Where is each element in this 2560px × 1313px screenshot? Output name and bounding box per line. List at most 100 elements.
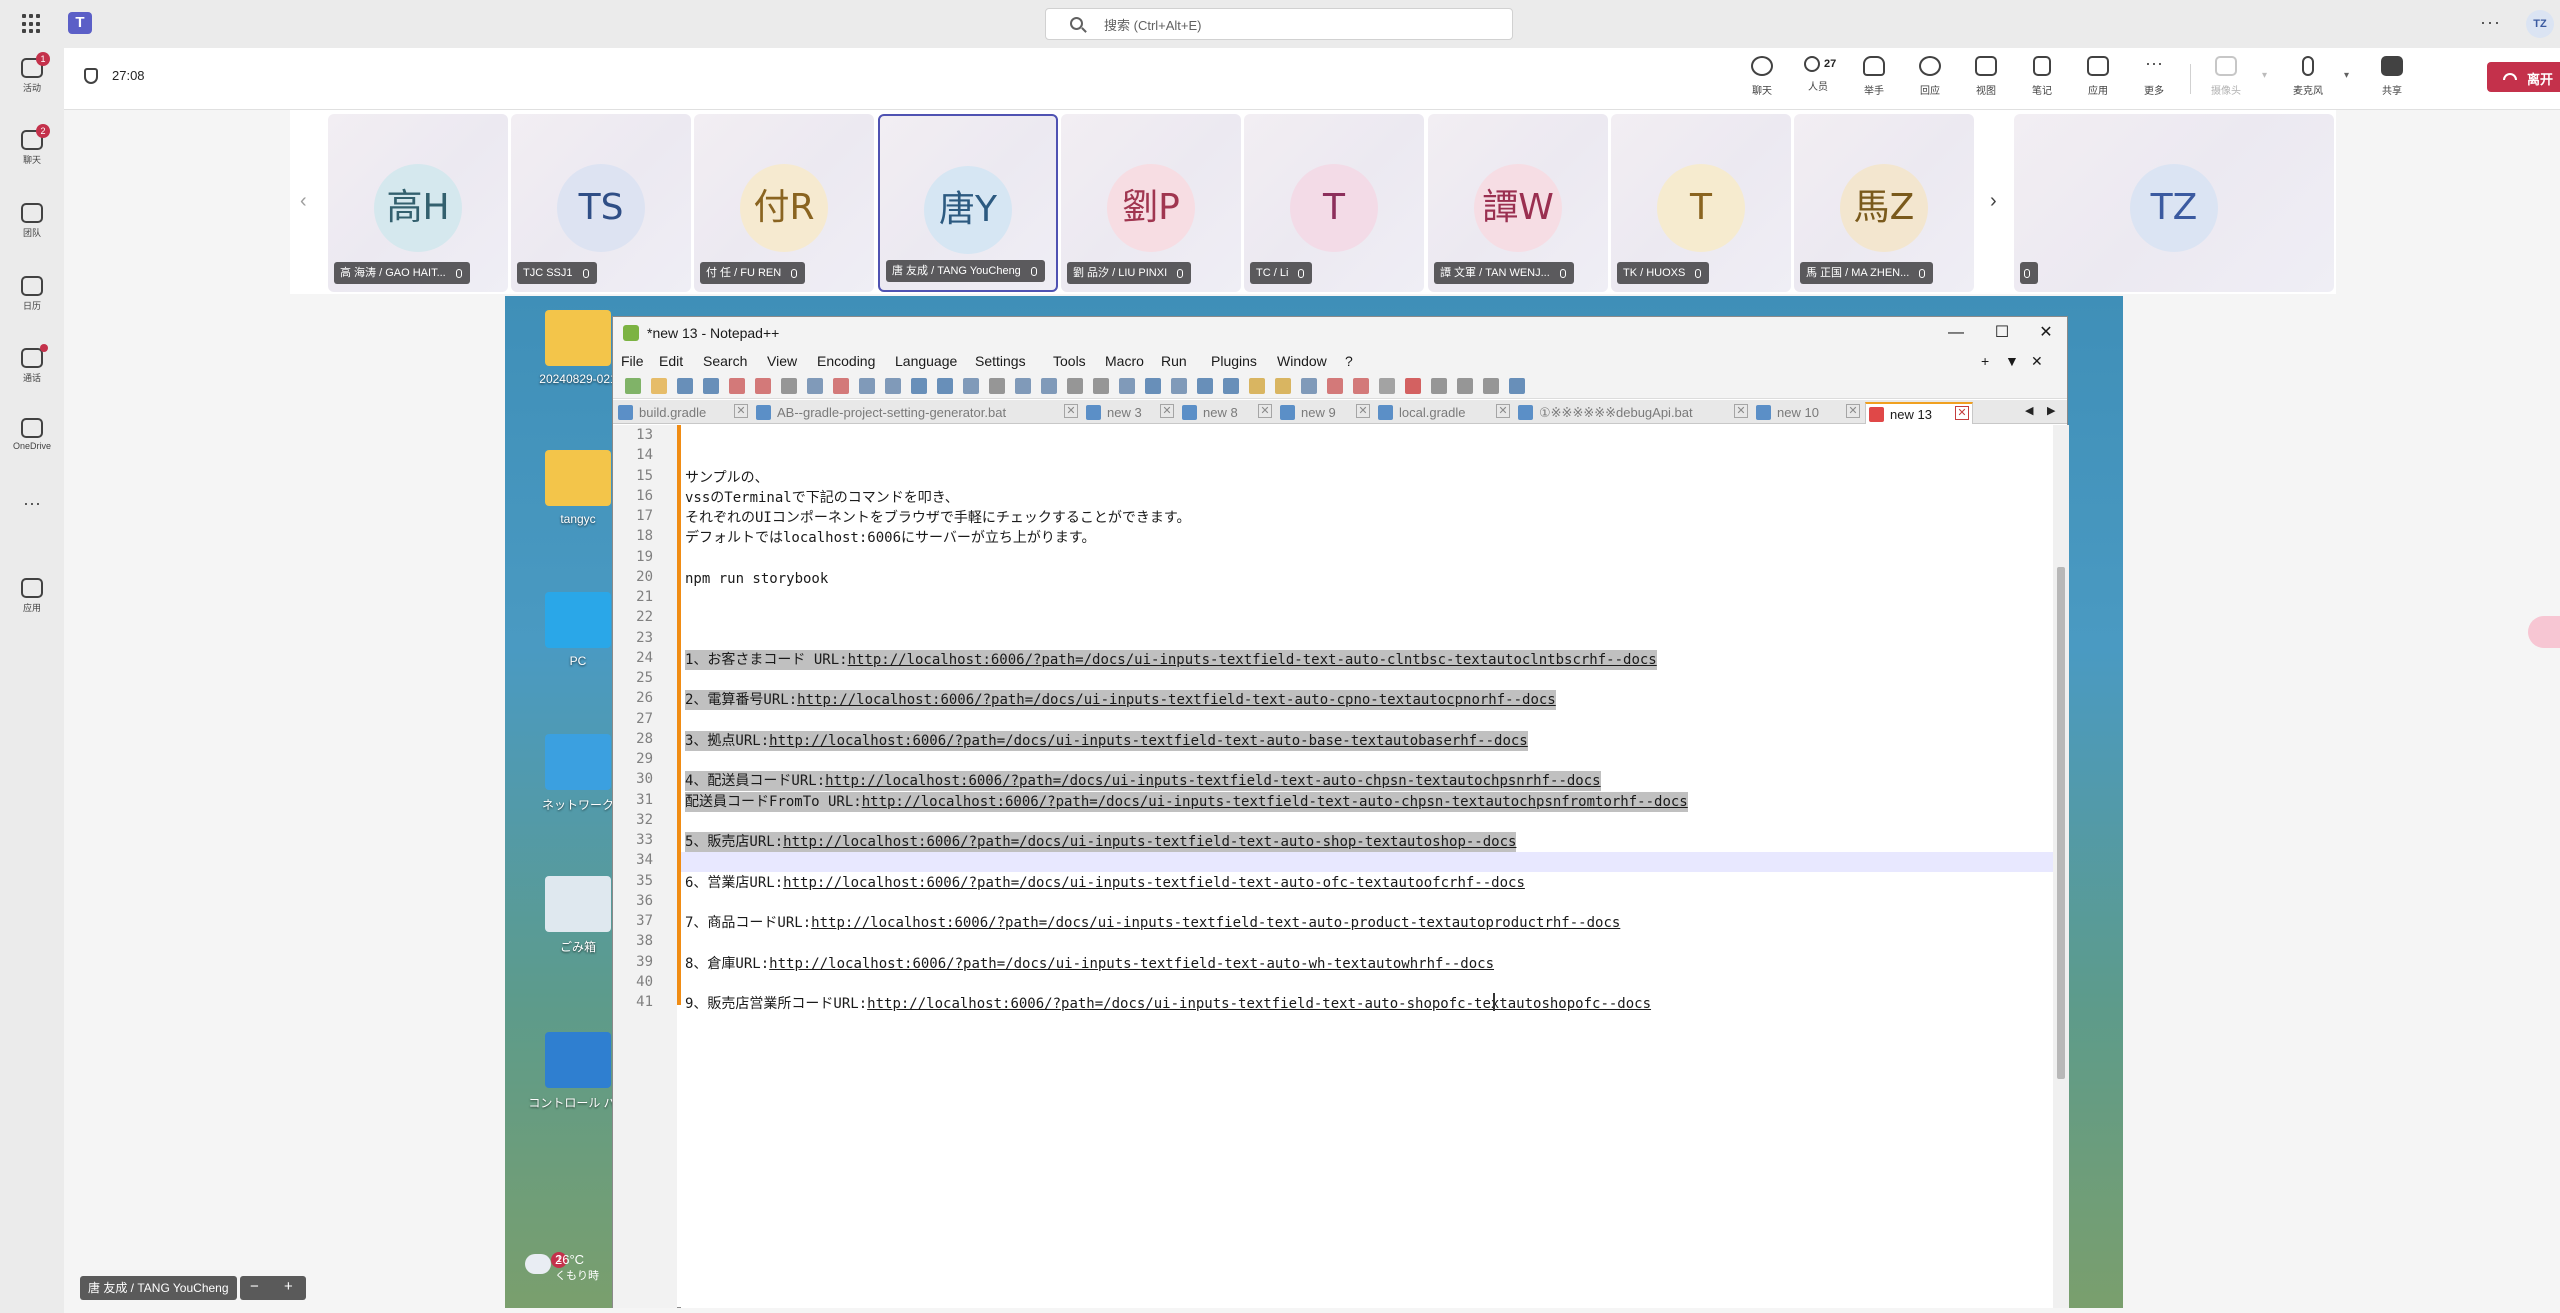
tab--debugapi-bat[interactable]: ①※※※※※※debugApi.bat ✕ (1515, 402, 1751, 424)
code-url[interactable]: http://localhost:6006/?path=/docs/ui-inp… (825, 773, 1600, 789)
text-editor[interactable]: サンプルの、 vssのTerminalで下記のコマンドを叩き、 それぞれのUIコンポ… (681, 425, 2053, 1308)
mic-options-chevron-icon[interactable]: ▾ (2344, 70, 2349, 81)
menu-item[interactable]: Settings (975, 353, 1026, 369)
toolbar-button-icon[interactable] (729, 378, 745, 394)
code-url[interactable]: http://localhost:6006/?path=/docs/ui-inp… (811, 915, 1620, 931)
code-url[interactable]: http://localhost:6006/?path=/docs/ui-inp… (797, 692, 1556, 708)
shield-icon[interactable] (84, 68, 98, 84)
search-input[interactable] (1104, 15, 1494, 35)
tab-build-gradle[interactable]: build.gradle ✕ (615, 402, 751, 424)
toolbar-button-icon[interactable] (1093, 378, 1109, 394)
toolbar-button-icon[interactable] (1119, 378, 1135, 394)
toolbar-button-icon[interactable] (1223, 378, 1239, 394)
tab-new-10[interactable]: new 10 ✕ (1753, 402, 1863, 424)
more-options-icon[interactable]: ··· (2480, 12, 2501, 33)
participant-tile[interactable]: TS TJC SSJ1 (511, 114, 691, 292)
toolbar-button-icon[interactable] (1171, 378, 1187, 394)
apps-button[interactable]: 应用 (2070, 56, 2126, 97)
menu-right-control[interactable]: ✕ (2031, 353, 2043, 370)
toolbar-button-icon[interactable] (1431, 378, 1447, 394)
toolbar-button-icon[interactable] (1457, 378, 1473, 394)
toolbar-button-icon[interactable] (989, 378, 1005, 394)
more-button[interactable]: ··· 更多 (2126, 54, 2182, 97)
participant-tile[interactable]: TZ (2014, 114, 2334, 292)
toolbar-button-icon[interactable] (1015, 378, 1031, 394)
code-url[interactable]: http://localhost:6006/?path=/docs/ui-inp… (862, 794, 1688, 810)
tab-close-icon[interactable]: ✕ (1846, 404, 1860, 418)
tab-new-13[interactable]: new 13 ✕ (1865, 402, 1973, 424)
rail-item-4[interactable]: 通话 (0, 344, 64, 384)
people-button[interactable]: 27 人员 (1790, 56, 1846, 93)
minimize-icon[interactable]: — (1933, 319, 1979, 347)
menu-item[interactable]: Edit (659, 353, 683, 369)
menu-item[interactable]: Language (895, 353, 957, 369)
rail-item-0[interactable]: 活动 1 (0, 52, 64, 94)
menu-item[interactable]: Search (703, 353, 747, 369)
menu-item[interactable]: ? (1345, 353, 1353, 369)
toolbar-button-icon[interactable] (833, 378, 849, 394)
avatar[interactable]: TZ (2526, 10, 2554, 38)
tab-scroll-right-icon[interactable]: ▶ (2047, 404, 2055, 417)
notes-button[interactable]: 笔记 (2014, 56, 2070, 97)
tab-close-icon[interactable]: ✕ (734, 404, 748, 418)
participant-tile[interactable]: 譚W 譚 文軍 / TAN WENJ... (1428, 114, 1608, 292)
app-launcher-icon[interactable] (22, 14, 42, 34)
zoom-out-button[interactable]: − (250, 1278, 259, 1295)
raise-hand-button[interactable]: 举手 (1846, 56, 1902, 97)
toolbar-button-icon[interactable] (1275, 378, 1291, 394)
toolbar-button-icon[interactable] (1249, 378, 1265, 394)
chat-button[interactable]: 聊天 (1734, 56, 1790, 97)
toolbar-button-icon[interactable] (651, 378, 667, 394)
toolbar-button-icon[interactable] (781, 378, 797, 394)
toolbar-button-icon[interactable] (1405, 378, 1421, 394)
tab-close-icon[interactable]: ✕ (1955, 406, 1969, 420)
tab-close-icon[interactable]: ✕ (1064, 404, 1078, 418)
prev-page-chevron-icon[interactable]: ‹ (300, 190, 307, 213)
toolbar-button-icon[interactable] (1067, 378, 1083, 394)
toolbar-button-icon[interactable] (1197, 378, 1213, 394)
close-icon[interactable]: ✕ (2023, 319, 2069, 347)
menu-right-control[interactable]: + (1981, 353, 1989, 369)
toolbar-button-icon[interactable] (911, 378, 927, 394)
toolbar-button-icon[interactable] (807, 378, 823, 394)
vertical-scrollbar[interactable] (2053, 425, 2069, 1308)
participant-tile[interactable]: T TK / HUOXS (1611, 114, 1791, 292)
tab-new-3[interactable]: new 3 ✕ (1083, 402, 1177, 424)
menu-item[interactable]: Macro (1105, 353, 1144, 369)
camera-button[interactable]: 摄像头 (2198, 56, 2254, 97)
tab-new-9[interactable]: new 9 ✕ (1277, 402, 1373, 424)
toolbar-button-icon[interactable] (859, 378, 875, 394)
toolbar-button-icon[interactable] (1041, 378, 1057, 394)
toolbar-button-icon[interactable] (1483, 378, 1499, 394)
tab-close-icon[interactable]: ✕ (1734, 404, 1748, 418)
rail-item-6[interactable]: ··· (0, 493, 64, 514)
toolbar-button-icon[interactable] (703, 378, 719, 394)
tab-local-gradle[interactable]: local.gradle ✕ (1375, 402, 1513, 424)
tab-close-icon[interactable]: ✕ (1496, 404, 1510, 418)
code-url[interactable]: http://localhost:6006/?path=/docs/ui-inp… (769, 733, 1528, 749)
code-url[interactable]: http://localhost:6006/?path=/docs/ui-inp… (848, 652, 1657, 668)
scrollbar-thumb[interactable] (2057, 567, 2065, 1079)
toolbar-button-icon[interactable] (1353, 378, 1369, 394)
side-assistant-icon[interactable] (2528, 616, 2560, 648)
camera-options-chevron-icon[interactable]: ▾ (2262, 70, 2267, 81)
rail-item-5[interactable]: OneDrive (0, 418, 64, 451)
code-url[interactable]: http://localhost:6006/?path=/docs/ui-inp… (867, 996, 1651, 1012)
participant-tile[interactable]: 馬Z 馬 正国 / MA ZHEN... (1794, 114, 1974, 292)
menu-item[interactable]: Plugins (1211, 353, 1257, 369)
search-box[interactable] (1045, 8, 1513, 40)
next-page-chevron-icon[interactable]: › (1990, 190, 1997, 213)
toolbar-button-icon[interactable] (1301, 378, 1317, 394)
menu-right-control[interactable]: ▼ (2005, 353, 2019, 369)
share-button[interactable]: 共享 (2364, 56, 2420, 97)
rail-item-3[interactable]: 日历 (0, 276, 64, 312)
tab-close-icon[interactable]: ✕ (1356, 404, 1370, 418)
rail-item-2[interactable]: 团队 (0, 203, 64, 239)
toolbar-button-icon[interactable] (937, 378, 953, 394)
zoom-in-button[interactable]: + (284, 1278, 293, 1295)
code-url[interactable]: http://localhost:6006/?path=/docs/ui-inp… (783, 834, 1516, 850)
participant-tile[interactable]: 高H 高 海涛 / GAO HAIT... (328, 114, 508, 292)
menu-item[interactable]: Tools (1053, 353, 1086, 369)
tab-ab-gradle-project-setting-generator-bat[interactable]: AB--gradle-project-setting-generator.bat… (753, 402, 1081, 424)
tab-close-icon[interactable]: ✕ (1258, 404, 1272, 418)
